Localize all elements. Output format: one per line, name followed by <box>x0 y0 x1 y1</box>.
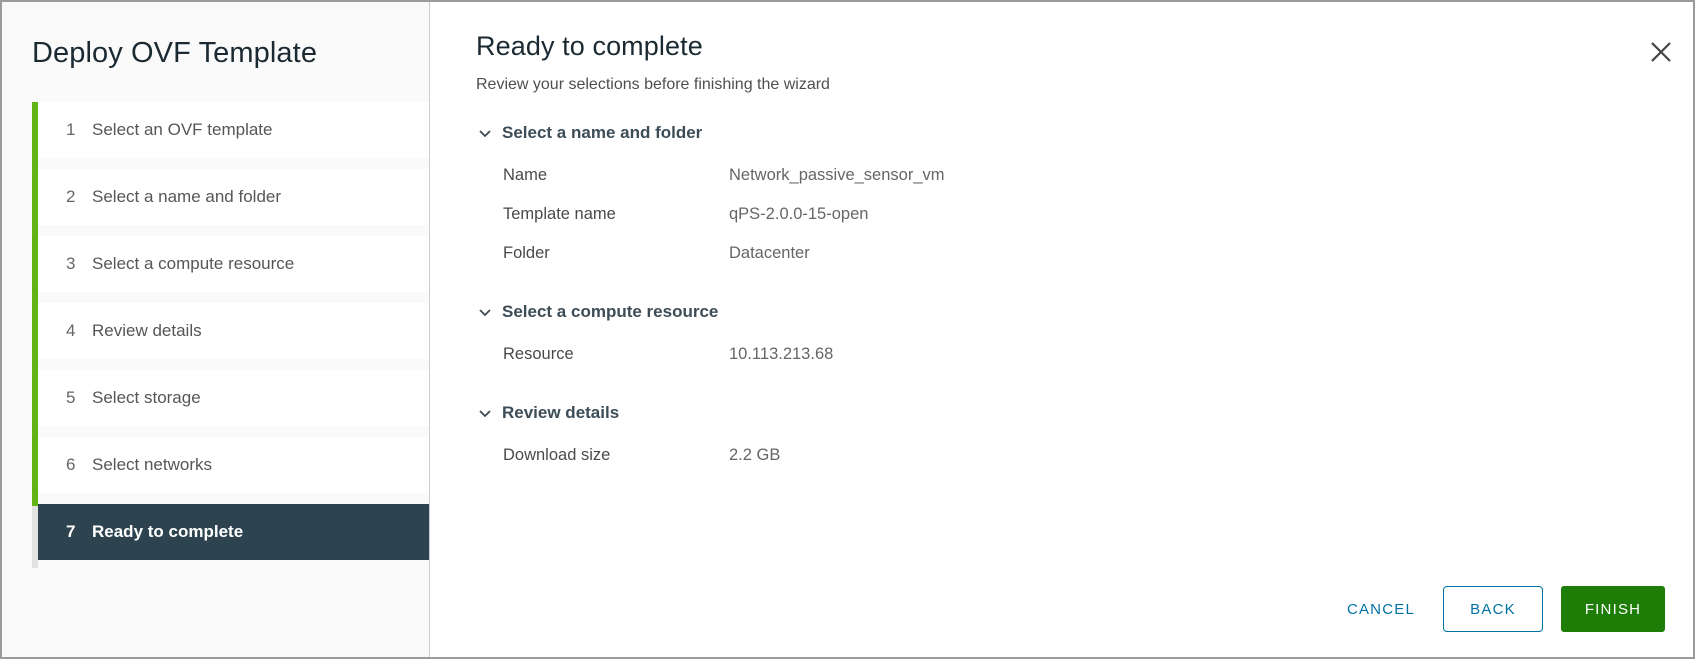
section-header-label: Select a compute resource <box>502 302 719 321</box>
row-value: Datacenter <box>729 244 810 262</box>
close-icon[interactable] <box>1643 34 1679 70</box>
sidebar-step-2[interactable]: 2 Select a name and folder <box>38 169 429 225</box>
row-key: Template name <box>503 205 616 223</box>
section-select-a-compute-resource: Select a compute resource Resource 10.11… <box>476 301 1693 374</box>
sidebar-step-4[interactable]: 4 Review details <box>38 303 429 359</box>
sidebar-step-3-number: 3 <box>66 254 76 273</box>
section-header-review-details[interactable]: Review details <box>476 402 1693 424</box>
table-row: Resource 10.113.213.68 <box>503 335 1693 374</box>
chevron-down-icon <box>476 303 494 321</box>
chevron-down-icon <box>476 404 494 422</box>
summary-table-compute-resource: Resource 10.113.213.68 <box>503 335 1693 374</box>
sidebar-step-1[interactable]: 1 Select an OVF template <box>38 102 429 158</box>
sidebar-step-5[interactable]: 5 Select storage <box>38 370 429 426</box>
row-key: Download size <box>503 446 611 464</box>
chevron-down-icon <box>476 124 494 142</box>
sidebar-step-3-label: Select a compute resource <box>92 254 295 273</box>
page-title: Ready to complete <box>476 31 703 61</box>
sidebar-step-6[interactable]: 6 Select networks <box>38 437 429 493</box>
sidebar-step-2-number: 2 <box>66 187 76 206</box>
section-header-label: Review details <box>502 403 620 422</box>
cancel-button[interactable]: CANCEL <box>1333 591 1429 628</box>
section-header-label: Select a name and folder <box>502 123 703 142</box>
summary-content: Ready to complete Review your selections… <box>430 2 1693 561</box>
row-value: qPS-2.0.0-15-open <box>729 205 869 223</box>
sidebar-step-6-label: Select networks <box>92 455 212 474</box>
sidebar-step-4-label: Review details <box>92 321 202 340</box>
sidebar-step-5-label: Select storage <box>92 388 201 407</box>
sidebar-step-7[interactable]: 7 Ready to complete <box>38 504 429 560</box>
row-value: 10.113.213.68 <box>729 345 834 363</box>
row-key: Resource <box>503 345 574 363</box>
back-button[interactable]: BACK <box>1443 586 1543 632</box>
row-key: Name <box>503 166 548 184</box>
summary-table-name-and-folder: Name Network_passive_sensor_vm Template … <box>503 156 1693 273</box>
sidebar-step-1-number: 1 <box>66 120 76 139</box>
wizard-main-panel: Ready to complete Review your selections… <box>430 2 1693 657</box>
sidebar-step-1-label: Select an OVF template <box>92 120 273 139</box>
sidebar-step-6-number: 6 <box>66 455 76 474</box>
row-value: 2.2 GB <box>729 446 781 464</box>
sidebar-step-2-label: Select a name and folder <box>92 187 282 206</box>
wizard-sidebar: Deploy OVF Template 1 Select an OVF temp… <box>2 2 430 657</box>
wizard-title: Deploy OVF Template <box>32 37 318 69</box>
section-select-a-name-and-folder: Select a name and folder Name Network_pa… <box>476 122 1693 273</box>
deploy-ovf-template-dialog: Deploy OVF Template 1 Select an OVF temp… <box>0 0 1695 659</box>
section-header-compute-resource[interactable]: Select a compute resource <box>476 301 1693 323</box>
section-review-details: Review details Download size 2.2 GB <box>476 402 1693 475</box>
wizard-footer: CANCEL BACK FINISH <box>430 561 1693 657</box>
sidebar-step-5-number: 5 <box>66 388 76 407</box>
row-key: Folder <box>503 244 550 262</box>
page-subtitle: Review your selections before finishing … <box>476 76 830 93</box>
sidebar-step-4-number: 4 <box>66 321 76 340</box>
wizard-step-list: 1 Select an OVF template 2 Select a name… <box>2 102 429 657</box>
section-header-name-and-folder[interactable]: Select a name and folder <box>476 122 1693 144</box>
sidebar-step-7-label: Ready to complete <box>92 522 244 541</box>
sidebar-step-7-number: 7 <box>66 522 76 541</box>
summary-table-review-details: Download size 2.2 GB <box>503 436 1693 475</box>
table-row: Name Network_passive_sensor_vm <box>503 156 1693 195</box>
table-row: Download size 2.2 GB <box>503 436 1693 475</box>
table-row: Folder Datacenter <box>503 234 1693 273</box>
table-row: Template name qPS-2.0.0-15-open <box>503 195 1693 234</box>
sidebar-step-3[interactable]: 3 Select a compute resource <box>38 236 429 292</box>
finish-button[interactable]: FINISH <box>1561 586 1665 632</box>
row-value: Network_passive_sensor_vm <box>729 166 945 184</box>
